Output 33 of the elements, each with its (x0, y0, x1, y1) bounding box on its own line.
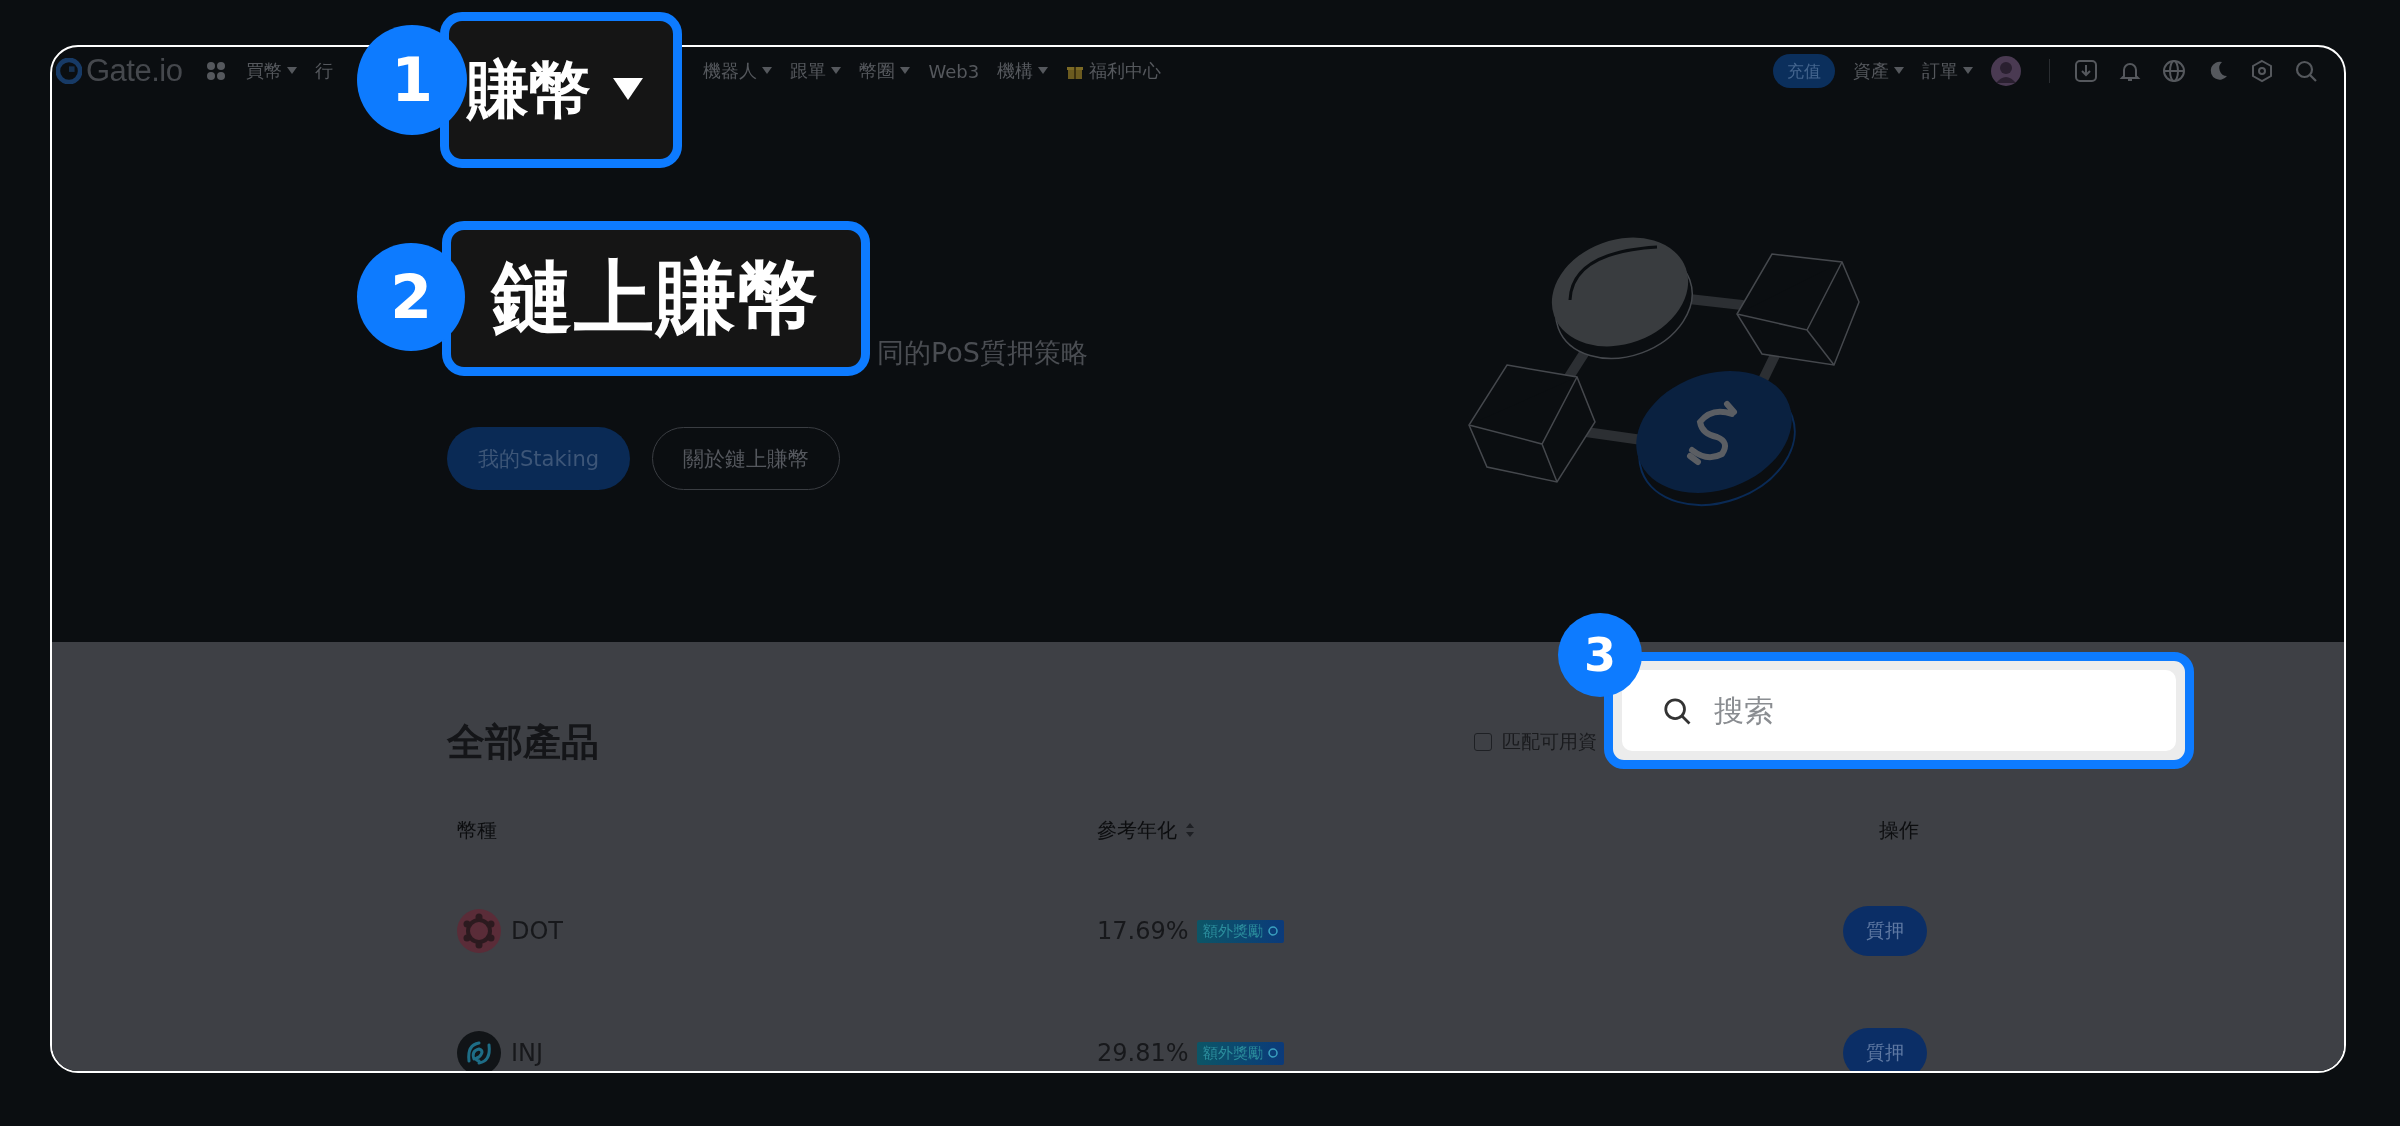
nav-link[interactable]: 買幣 (246, 59, 283, 83)
nav-link[interactable]: 幣圈 (859, 59, 896, 83)
stake-button[interactable]: 質押 (1843, 1028, 1927, 1071)
callout-text: 賺幣 (467, 52, 591, 128)
hero-subtitle: 同的PoS質押策略 (876, 336, 1089, 370)
nav-link[interactable]: 行 (315, 59, 334, 83)
globe-icon[interactable] (2162, 59, 2186, 83)
nav-link[interactable]: 跟單 (790, 59, 827, 83)
nav-link[interactable]: 福利中心 (1089, 59, 1162, 83)
checkbox[interactable] (1474, 733, 1492, 751)
settings-icon[interactable] (2250, 59, 2274, 83)
logo-icon[interactable] (56, 58, 82, 84)
callout-text: 鏈上賺幣 (492, 249, 820, 346)
search-field[interactable]: 搜索 (1622, 670, 2176, 751)
nav-link[interactable]: 資產 (1853, 59, 1889, 83)
nav-link[interactable]: Web3 (928, 60, 980, 82)
nav-link[interactable]: 訂單 (1922, 59, 1958, 83)
sort-icon[interactable] (1185, 822, 1195, 838)
deposit-button[interactable]: 充值 (1773, 54, 1835, 88)
download-icon[interactable] (2074, 59, 2098, 83)
reward-badge: 額外獎勵 (1196, 1041, 1284, 1065)
grid-menu-icon[interactable] (206, 61, 227, 81)
stake-button[interactable]: 質押 (1843, 906, 1927, 956)
search-icon[interactable] (2294, 59, 2318, 83)
nav-link[interactable]: 機構 (997, 59, 1034, 83)
info-icon (1267, 1048, 1278, 1058)
avatar-icon[interactable] (1991, 56, 2021, 86)
nav-link[interactable]: 機器人 (703, 59, 758, 83)
reward-badge: 額外獎勵 (1196, 919, 1284, 943)
search-icon (1662, 695, 1692, 726)
info-icon (1267, 926, 1278, 936)
coin-icon (457, 909, 501, 953)
logo-text[interactable]: Gate.io (86, 53, 183, 89)
